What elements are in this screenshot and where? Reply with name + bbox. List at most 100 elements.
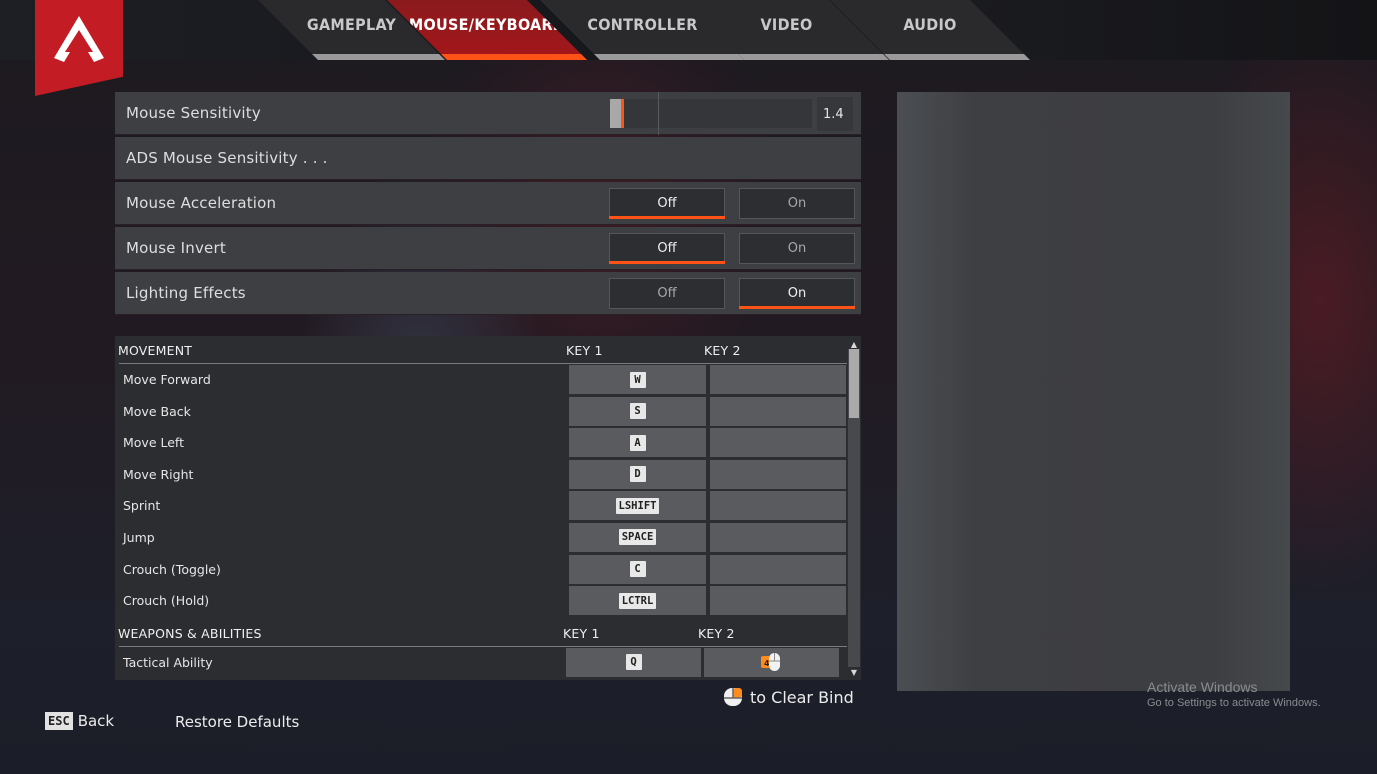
tab-label: VIDEO — [760, 14, 813, 34]
key2-bind-button[interactable] — [710, 459, 846, 489]
mouse-sensitivity-value[interactable]: 1.4 — [817, 97, 853, 131]
keycap: S — [629, 403, 646, 420]
mouse-invert-off-button[interactable]: Off — [609, 233, 725, 264]
setting-lighting-effects: Lighting Effects Off On — [115, 272, 861, 315]
key1-bind-button[interactable]: S — [569, 396, 706, 426]
key1-bind-button[interactable]: A — [569, 428, 706, 458]
section-header-movement: MOVEMENT KEY 1 KEY 2 — [115, 336, 861, 364]
watermark-subtitle: Go to Settings to activate Windows. — [1147, 697, 1321, 709]
key1-bind-button[interactable]: SPACE — [569, 522, 706, 552]
key1-bind-button[interactable]: W — [569, 365, 706, 394]
keybind-row-jump: Jump SPACE — [115, 522, 861, 554]
section-title: WEAPONS & ABILITIES — [118, 625, 262, 641]
keybind-scrollbar[interactable]: ▲ ▼ — [848, 339, 860, 677]
clear-bind-hint: to Clear Bind — [722, 686, 854, 708]
settings-panel: Mouse Sensitivity 1.4 ADS Mouse Sensitiv… — [115, 92, 861, 317]
keybind-row-crouch-hold: Crouch (Hold) LCTRL — [115, 585, 861, 617]
key1-bind-button[interactable]: Q — [566, 647, 701, 677]
keycap: LCTRL — [618, 592, 657, 609]
slider-fill — [610, 99, 621, 128]
key1-bind-button[interactable]: LSHIFT — [569, 491, 706, 521]
keycap: C — [629, 561, 646, 578]
scroll-up-arrow-icon[interactable]: ▲ — [848, 339, 860, 349]
keybind-row-crouch-toggle: Crouch (Toggle) C — [115, 554, 861, 586]
back-button[interactable]: ESC Back — [45, 712, 114, 730]
setting-mouse-sensitivity: Mouse Sensitivity 1.4 — [115, 92, 861, 135]
key2-bind-button[interactable] — [710, 586, 846, 616]
keycap: Q — [625, 654, 642, 671]
slider-default-mark — [658, 92, 659, 135]
keybind-row-move-forward: Move Forward W — [115, 364, 861, 396]
column-header-key2: KEY 2 — [698, 625, 735, 641]
key1-bind-button[interactable]: C — [569, 554, 706, 584]
keybind-table: MOVEMENT KEY 1 KEY 2 Move Forward W Move… — [115, 336, 861, 680]
key1-bind-button[interactable]: LCTRL — [569, 586, 706, 616]
keybind-row-sprint: Sprint LSHIFT — [115, 490, 861, 522]
keybind-row-move-right: Move Right D — [115, 459, 861, 491]
action-name: Crouch (Hold) — [123, 593, 210, 609]
slider-thumb[interactable] — [621, 99, 624, 128]
action-name: Move Left — [123, 435, 185, 451]
keybind-row-move-back: Move Back S — [115, 396, 861, 428]
watermark-title: Activate Windows — [1147, 679, 1258, 695]
keycap: W — [629, 371, 646, 388]
apex-logo-banner — [35, 0, 123, 96]
restore-defaults-button[interactable]: Restore Defaults — [175, 713, 299, 731]
action-name: Move Right — [123, 466, 194, 482]
key2-bind-button[interactable] — [710, 428, 846, 458]
setting-label: Mouse Acceleration — [126, 194, 277, 212]
key2-bind-button[interactable]: 4 — [704, 647, 839, 677]
lighting-effects-off-button[interactable]: Off — [609, 278, 725, 309]
key2-bind-button[interactable] — [710, 522, 846, 552]
keycap: LSHIFT — [615, 497, 660, 514]
key2-bind-button[interactable] — [710, 554, 846, 584]
key1-bind-button[interactable]: D — [569, 459, 706, 489]
setting-label: Lighting Effects — [126, 284, 246, 302]
keybind-row-move-left: Move Left A — [115, 427, 861, 459]
mouse-button-4-icon: 4 — [760, 653, 780, 672]
action-name: Crouch (Toggle) — [123, 561, 221, 577]
keycap: A — [629, 434, 646, 451]
tab-label: AUDIO — [903, 14, 957, 34]
keycap: D — [629, 466, 646, 483]
column-header-key1: KEY 1 — [563, 625, 600, 641]
setting-label: Mouse Sensitivity — [126, 104, 261, 122]
action-name: Move Back — [123, 403, 191, 419]
keybind-row-tactical-ability: Tactical Ability Q 4 — [115, 647, 861, 679]
column-header-key2: KEY 2 — [704, 343, 741, 358]
esc-key-icon: ESC — [45, 712, 73, 730]
scroll-down-arrow-icon[interactable]: ▼ — [848, 667, 860, 677]
section-header-weapons-abilities: WEAPONS & ABILITIES KEY 1 KEY 2 — [115, 619, 861, 647]
mouse-acceleration-off-button[interactable]: Off — [609, 188, 725, 219]
preview-panel — [897, 92, 1290, 691]
setting-label: ADS Mouse Sensitivity . . . — [126, 149, 328, 167]
action-name: Move Forward — [123, 372, 211, 387]
column-header-key1: KEY 1 — [566, 343, 603, 358]
section-title: MOVEMENT — [118, 343, 193, 358]
tab-label: CONTROLLER — [587, 14, 698, 34]
apex-logo-icon — [54, 16, 104, 62]
lighting-effects-on-button[interactable]: On — [739, 278, 855, 309]
action-name: Jump — [123, 529, 155, 545]
scrollbar-thumb[interactable] — [849, 349, 859, 418]
setting-mouse-acceleration: Mouse Acceleration Off On — [115, 182, 861, 225]
setting-mouse-invert: Mouse Invert Off On — [115, 227, 861, 270]
key2-bind-button[interactable] — [710, 365, 846, 394]
tab-label: MOUSE/KEYBOARD — [408, 14, 566, 34]
setting-label: Mouse Invert — [126, 239, 226, 257]
mouse-middle-button-icon — [724, 688, 742, 706]
mouse-sensitivity-slider[interactable] — [610, 92, 812, 135]
action-name: Sprint — [123, 498, 161, 514]
slider-track — [610, 99, 812, 128]
back-label: Back — [77, 712, 115, 730]
key2-bind-button[interactable] — [710, 396, 846, 426]
key2-bind-button[interactable] — [710, 491, 846, 521]
action-name: Tactical Ability — [123, 654, 213, 670]
mouse-acceleration-on-button[interactable]: On — [739, 188, 855, 219]
setting-ads-mouse-sensitivity[interactable]: ADS Mouse Sensitivity . . . — [115, 137, 861, 180]
tab-label: GAMEPLAY — [306, 14, 397, 34]
clear-bind-text: to Clear Bind — [750, 687, 854, 707]
mouse-invert-on-button[interactable]: On — [739, 233, 855, 264]
keycap: SPACE — [618, 529, 657, 546]
windows-activation-watermark: Activate Windows Go to Settings to activ… — [1147, 679, 1321, 709]
